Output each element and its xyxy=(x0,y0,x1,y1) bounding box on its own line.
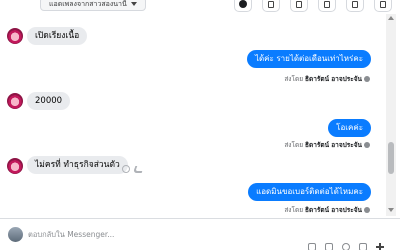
info-icon[interactable] xyxy=(364,142,370,148)
sent-by-prefix: ส่งโดย xyxy=(284,141,304,149)
check-icon xyxy=(380,0,386,8)
archive-button[interactable] xyxy=(318,0,336,12)
image-icon[interactable] xyxy=(325,243,333,250)
saved-reply-icon[interactable] xyxy=(359,243,367,250)
bookmark-button[interactable] xyxy=(290,0,308,12)
sent-by-label: ส่งโดย ธิดารัตน์ อาจประจัน xyxy=(284,140,370,150)
customer-avatar[interactable] xyxy=(7,28,23,44)
reply-input[interactable] xyxy=(28,227,368,241)
incoming-message: เปิดเรียงเนื้อ xyxy=(27,27,88,45)
sent-by-label: ส่งโดย ธิดารัตน์ อาจประจัน xyxy=(284,205,370,215)
mail-icon xyxy=(324,0,330,8)
trash-icon xyxy=(268,0,274,8)
sender-name: ธิดารัตน์ อาจประจัน xyxy=(305,141,362,149)
label-dropdown[interactable]: แอดเพลงจากสาวสองนานี้ xyxy=(40,0,146,11)
sent-by-prefix: ส่งโดย xyxy=(284,206,304,214)
scroll-down-icon[interactable] xyxy=(388,208,394,212)
sent-by-prefix: ส่งโดย xyxy=(284,75,304,83)
customer-avatar[interactable] xyxy=(7,93,23,109)
message-thread: เปิดเรียงเนื้อ ได้ค่ะ รายได้ต่อเดือนเท่า… xyxy=(0,14,386,216)
message-actions xyxy=(122,165,145,173)
more-button[interactable] xyxy=(346,0,364,12)
plus-icon[interactable] xyxy=(376,243,384,250)
attachment-icon[interactable] xyxy=(308,243,316,250)
outgoing-message: แอดมินขอเบอร์ติดต่อได้ไหมคะ xyxy=(248,183,371,201)
composer-tools xyxy=(308,243,384,250)
done-button[interactable] xyxy=(374,0,392,12)
incoming-message: 20000 xyxy=(27,92,71,110)
page-avatar xyxy=(8,227,23,242)
bookmark-icon xyxy=(296,0,302,8)
tag-icon xyxy=(352,0,358,8)
info-icon[interactable] xyxy=(364,76,370,82)
sender-name: ธิดารัตน์ อาจประจัน xyxy=(305,75,362,83)
customer-avatar[interactable] xyxy=(7,158,23,174)
emoji-icon[interactable] xyxy=(342,243,350,250)
info-icon[interactable] xyxy=(364,207,370,213)
smile-icon[interactable] xyxy=(122,165,130,173)
outgoing-message: ได้ค่ะ รายได้ต่อเดือนเท่าไหร่คะ xyxy=(246,50,371,68)
messenger-inbox: แอดเพลงจากสาวสองนานี้ เปิดเรียงเนื้อ ได้… xyxy=(0,0,400,250)
scrollbar[interactable] xyxy=(386,14,396,216)
scrollbar-thumb[interactable] xyxy=(388,142,394,174)
scroll-up-icon[interactable] xyxy=(388,16,394,20)
label-dropdown-value: แอดเพลงจากสาวสองนานี้ xyxy=(49,0,127,8)
sender-name: ธิดารัตน์ อาจประจัน xyxy=(305,206,362,214)
circle-icon xyxy=(239,0,247,8)
incoming-message: ไม่ครที่ ทำธุรกิจส่วนตัว xyxy=(27,156,128,174)
chevron-down-icon xyxy=(130,2,137,6)
reply-composer xyxy=(0,219,400,250)
delete-button[interactable] xyxy=(262,0,280,12)
sent-by-label: ส่งโดย ธิดารัตน์ อาจประจัน xyxy=(284,74,370,84)
status-button[interactable] xyxy=(234,0,252,12)
conversation-toolbar: แอดเพลงจากสาวสองนานี้ xyxy=(0,0,400,14)
outgoing-message: โอเคค่ะ xyxy=(328,119,371,137)
reply-icon[interactable] xyxy=(132,165,145,173)
